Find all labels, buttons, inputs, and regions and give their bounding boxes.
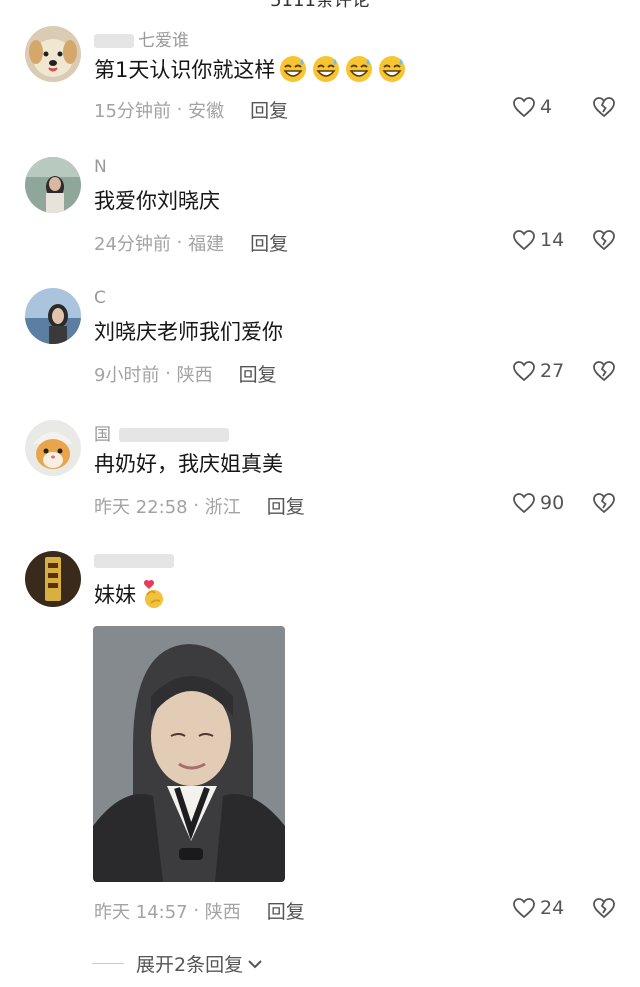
username[interactable]: N [94, 157, 107, 177]
grinning-sweat-emoji [313, 56, 340, 82]
comment-meta: 昨天 14:57 · 陕西 回复 [94, 897, 305, 924]
reply-button[interactable]: 回复 [267, 897, 305, 924]
comment-text: 冉奶好，我庆姐真美 [94, 452, 283, 476]
person-avatar-image [25, 288, 81, 344]
comment-time: 昨天 14:57 [94, 901, 188, 923]
blurred-name-part [94, 554, 174, 568]
comment-time: 昨天 22:58 [94, 496, 188, 518]
grinning-sweat-emoji [379, 56, 406, 82]
username[interactable] [94, 551, 178, 571]
comment-location: 陕西 [204, 901, 241, 923]
comment-text: 妹妹 [94, 579, 169, 609]
expand-replies-button[interactable]: 展开2条回复 [92, 950, 264, 977]
blurred-name-part [119, 428, 229, 442]
avatar[interactable] [25, 420, 81, 476]
heart-outline-icon [513, 898, 535, 919]
comment-location: 福建 [188, 233, 225, 255]
heart-outline-icon [513, 97, 535, 118]
comment-time: 24分钟前 [94, 233, 171, 255]
broken-heart-icon [593, 898, 615, 919]
avatar[interactable] [25, 157, 81, 213]
meta-separator: · [170, 99, 189, 120]
username[interactable]: 七爱谁 [94, 26, 189, 51]
like-button[interactable]: 4 [512, 96, 552, 118]
comment-meta: 24分钟前 · 福建 回复 [94, 229, 288, 256]
grinning-sweat-emoji [346, 56, 373, 82]
comment-time: 9小时前 [94, 364, 160, 386]
reply-button[interactable]: 回复 [239, 360, 277, 387]
comment-text: 刘晓庆老师我们爱你 [94, 320, 283, 344]
comment-meta: 昨天 22:58 · 浙江 回复 [94, 492, 305, 519]
like-count: 4 [540, 96, 553, 118]
comment-meta: 9小时前 · 陕西 回复 [94, 360, 277, 387]
cat-avatar-image [25, 420, 81, 476]
reply-button[interactable]: 回复 [267, 492, 305, 519]
dislike-button[interactable] [592, 229, 616, 255]
dislike-button[interactable] [592, 897, 616, 923]
like-count: 27 [540, 360, 565, 382]
avatar[interactable] [25, 288, 81, 344]
chevron-down-icon [248, 959, 262, 968]
like-count: 24 [540, 897, 565, 919]
avatar[interactable] [25, 26, 81, 82]
broken-heart-icon [593, 97, 615, 118]
like-count: 90 [540, 492, 565, 514]
reply-button[interactable]: 回复 [250, 96, 288, 123]
broken-heart-icon [593, 230, 615, 251]
broken-heart-icon [593, 493, 615, 514]
like-button[interactable]: 27 [512, 360, 564, 382]
dislike-button[interactable] [592, 96, 616, 122]
comment-text: 我爱你刘晓庆 [94, 189, 220, 213]
meta-separator: · [187, 495, 205, 516]
dislike-button[interactable] [592, 360, 616, 386]
sign-avatar-image [25, 551, 81, 607]
like-button[interactable]: 14 [512, 229, 564, 251]
divider-line [92, 963, 124, 964]
girl-avatar-image [25, 157, 81, 213]
person-in-hood-photo [93, 626, 285, 882]
finger-heart-emoji [144, 579, 163, 608]
username[interactable]: C [94, 288, 106, 308]
broken-heart-icon [593, 361, 615, 382]
avatar[interactable] [25, 551, 81, 607]
heart-outline-icon [513, 361, 535, 382]
comment-text: 第1天认识你就这样 [94, 54, 407, 84]
like-button[interactable]: 90 [512, 492, 564, 514]
comment-location: 浙江 [204, 496, 241, 518]
reply-button[interactable]: 回复 [250, 229, 288, 256]
blurred-name-part [94, 34, 134, 48]
grinning-sweat-emoji [280, 56, 307, 82]
comment-time: 15分钟前 [94, 100, 171, 122]
meta-separator: · [159, 363, 177, 384]
heart-outline-icon [513, 493, 535, 514]
comment-image[interactable] [93, 626, 285, 882]
comments-count-title: 5111条评论 [270, 0, 370, 11]
meta-separator: · [187, 900, 205, 921]
dislike-button[interactable] [592, 492, 616, 518]
expand-replies-label: 展开2条回复 [136, 954, 244, 976]
comment-meta: 15分钟前 · 安徽 回复 [94, 96, 288, 123]
like-button[interactable]: 24 [512, 897, 564, 919]
dog-avatar-image [25, 26, 81, 82]
comment-location: 陕西 [176, 364, 213, 386]
heart-outline-icon [513, 230, 535, 251]
comment-location: 安徽 [188, 100, 225, 122]
meta-separator: · [170, 232, 189, 253]
like-count: 14 [540, 229, 565, 251]
username[interactable]: 国 [94, 420, 233, 445]
